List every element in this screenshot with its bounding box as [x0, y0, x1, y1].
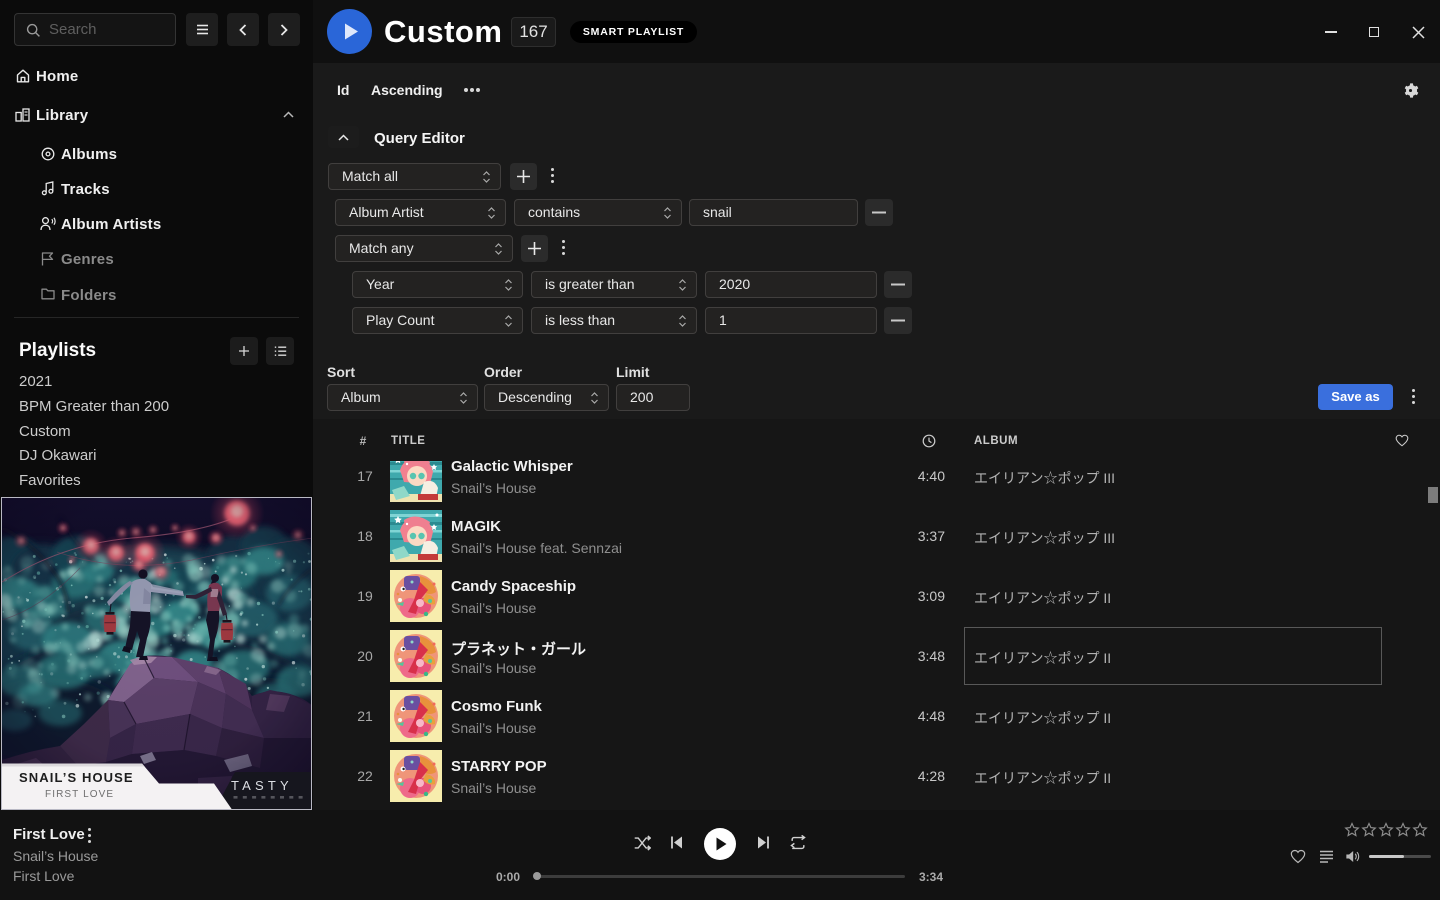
svg-text:TASTY: TASTY	[231, 778, 293, 793]
svg-text:FIRST LOVE: FIRST LOVE	[45, 789, 114, 800]
svg-text:SNAIL’S HOUSE: SNAIL’S HOUSE	[19, 770, 134, 785]
